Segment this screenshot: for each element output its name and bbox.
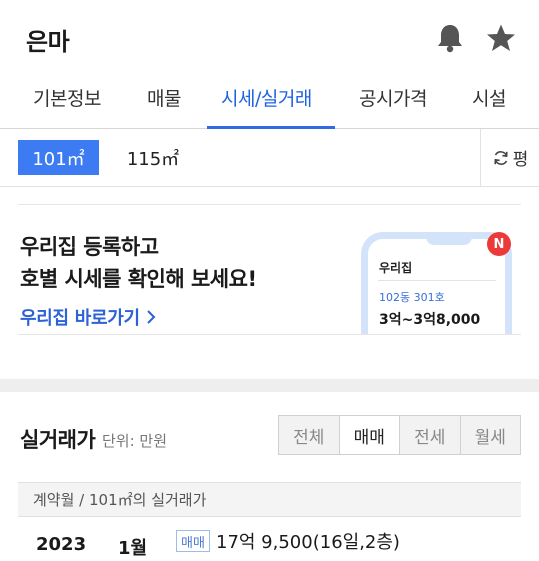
my-home-link-label: 우리집 바로가기 — [20, 308, 140, 329]
phone-unit: 102동 301호 — [379, 291, 445, 304]
promo-heading-line1: 우리집 등록하고 — [20, 235, 159, 259]
new-badge: N — [487, 232, 511, 256]
section-separator — [0, 379, 539, 392]
phone-divider — [378, 280, 496, 281]
tab-basic-info[interactable]: 기본정보 — [33, 76, 101, 129]
transactions-title: 실거래가 — [20, 428, 96, 452]
filter-sale[interactable]: 매매 — [339, 416, 400, 454]
tab-official-price[interactable]: 공시가격 — [359, 76, 427, 129]
chevron-right-icon — [146, 309, 156, 330]
promo-heading-line2: 호별 시세를 확인해 보세요! — [20, 267, 257, 291]
unit-toggle-label: 평 — [512, 150, 529, 170]
tab-facilities[interactable]: 시설 — [472, 76, 506, 129]
area-option-101[interactable]: 101㎡ — [18, 140, 99, 175]
divider — [18, 204, 521, 205]
row-month: 1월 — [118, 538, 148, 559]
page-title: 은마 — [26, 28, 70, 56]
tab-listings[interactable]: 매물 — [147, 76, 181, 129]
trade-type-filter: 전체 매매 전세 월세 — [278, 415, 521, 455]
my-home-link[interactable]: 우리집 바로가기 — [20, 304, 156, 330]
refresh-icon — [492, 149, 510, 167]
area-option-115[interactable]: 115㎡ — [118, 140, 188, 175]
star-icon[interactable] — [485, 22, 517, 54]
tab-price-transactions[interactable]: 시세/실거래 — [221, 76, 312, 129]
bell-icon[interactable] — [434, 22, 466, 54]
app-header: 은마 — [0, 0, 539, 76]
row-price[interactable]: 17억 9,500(16일,2층) — [216, 528, 400, 554]
row-year: 2023 — [36, 534, 87, 555]
tab-bar: 기본정보 매물 시세/실거래 공시가격 시설 — [0, 76, 539, 129]
area-selector: 101㎡ 115㎡ 평 — [0, 129, 539, 187]
transactions-unit: 단위: 만원 — [102, 432, 168, 450]
divider — [18, 334, 521, 335]
filter-jeonse[interactable]: 전세 — [400, 416, 461, 454]
filter-all[interactable]: 전체 — [279, 416, 340, 454]
phone-price: 3억~3억8,000 — [379, 312, 481, 328]
trade-type-badge: 매매 — [176, 530, 210, 552]
table-header: 계약월 / 101㎡의 실거래가 — [18, 482, 521, 517]
phone-title: 우리집 — [379, 261, 413, 275]
phone-notch — [426, 239, 472, 245]
unit-toggle-button[interactable]: 평 — [480, 129, 539, 186]
filter-monthly-rent[interactable]: 월세 — [460, 416, 520, 454]
